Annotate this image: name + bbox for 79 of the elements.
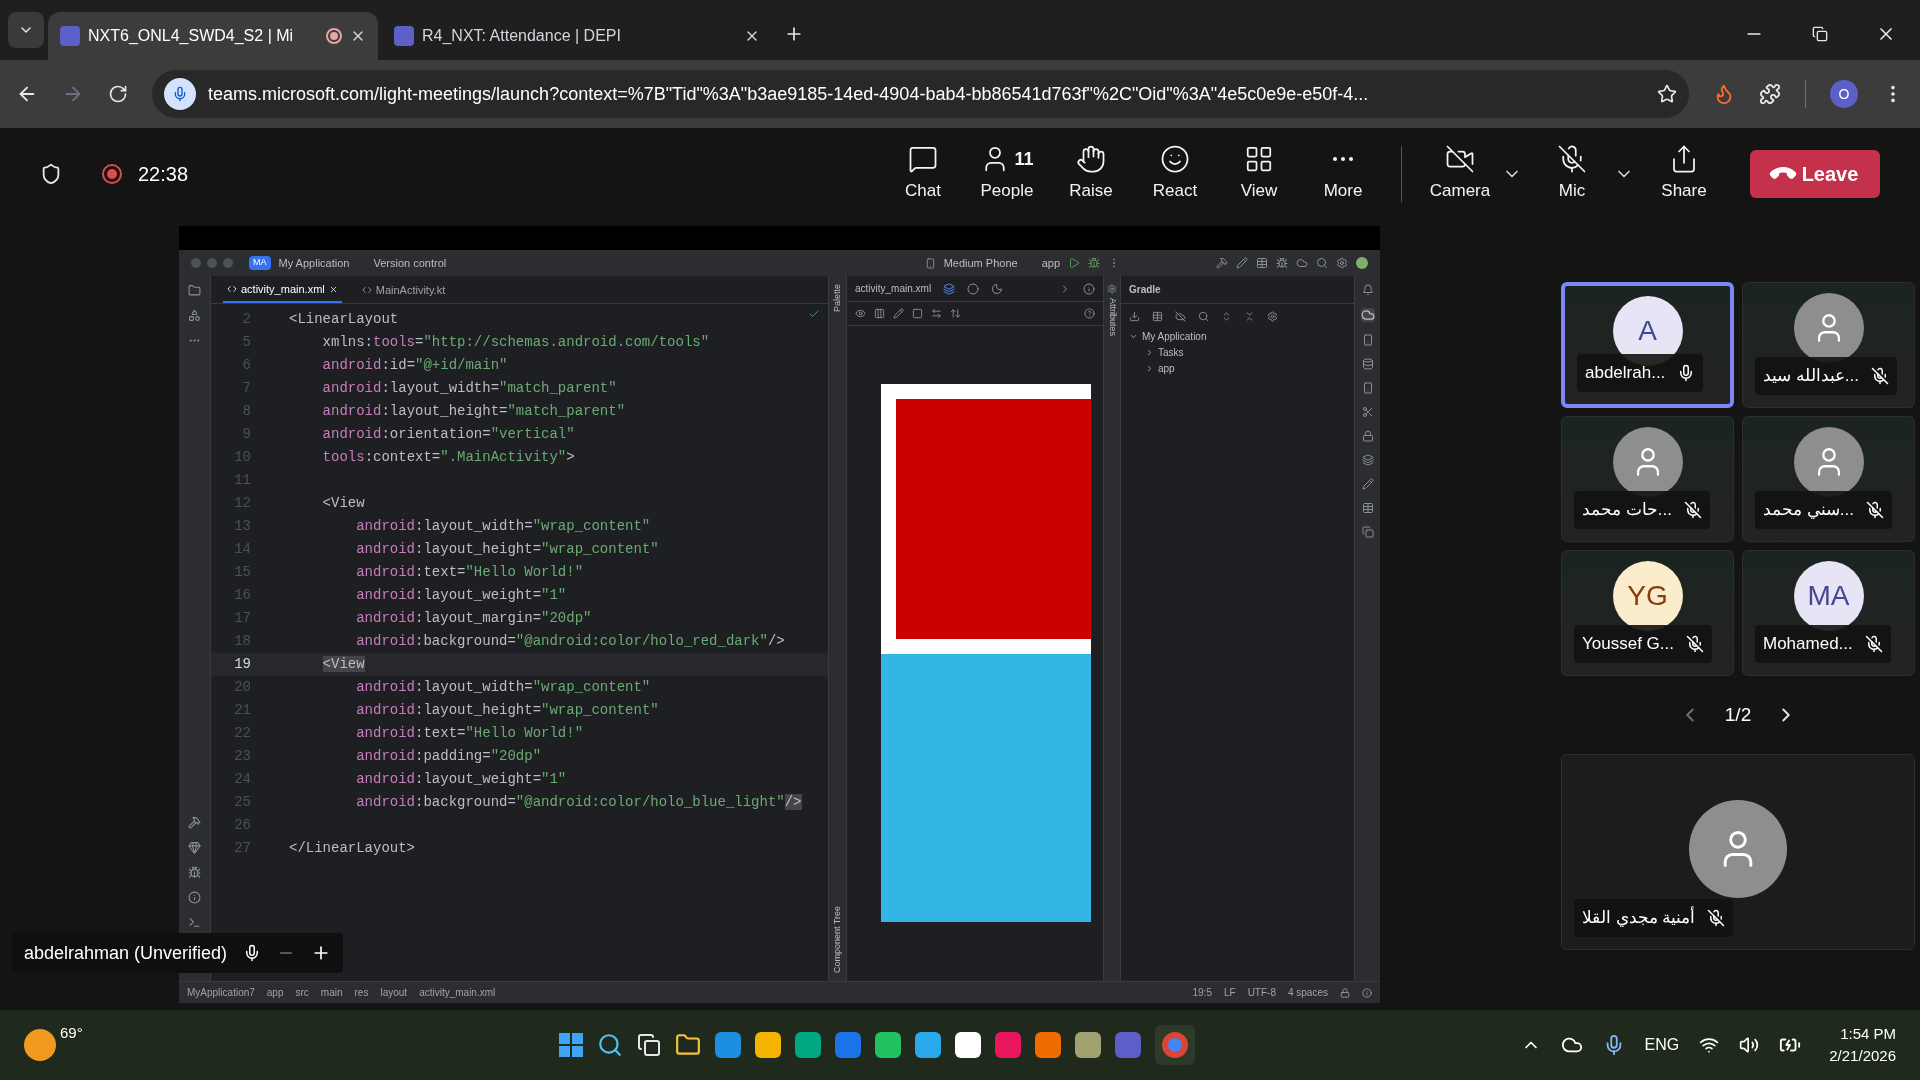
profile-avatar[interactable]: O bbox=[1830, 80, 1858, 108]
code-line: android:layout_weight="1" bbox=[355, 586, 567, 605]
meeting-timer: 22:38 bbox=[138, 162, 189, 187]
language-indicator[interactable]: ENG bbox=[1644, 1033, 1680, 1057]
project-menu[interactable]: My Application bbox=[278, 254, 350, 272]
breadcrumb[interactable]: src bbox=[295, 985, 309, 1000]
participant-name: سني محمد... bbox=[1763, 499, 1854, 522]
code-line: android:layout_weight="1" bbox=[355, 770, 567, 789]
tree-item[interactable]: Tasks bbox=[1145, 344, 1354, 360]
breadcrumb[interactable]: activity_main.xml bbox=[419, 985, 496, 1000]
component-tree-tab[interactable]: Component Tree bbox=[830, 905, 845, 973]
address-bar[interactable]: teams.microsoft.com/light-meetings/launch?context=%7B"Tid"%3A"b3ae9185-14ed-4904-bab4-bb86541d763f"%2C"Oid"%3A"4e5c0e9e-e50f-4... bbox=[152, 70, 1689, 118]
code-line: android:background="@android:color/holo_red_dark"/> bbox=[355, 632, 785, 651]
gradle-title: Gradle bbox=[1129, 283, 1161, 297]
palette-tab[interactable]: Palette bbox=[830, 284, 845, 313]
device-menu[interactable]: Medium Phone bbox=[943, 254, 1018, 272]
code-line: </LinearLayout> bbox=[289, 839, 416, 858]
code-line: android:layout_width="match_parent" bbox=[321, 379, 617, 398]
run-config-menu[interactable]: app bbox=[1041, 254, 1060, 272]
code-line: xmlns:tools="http://schemas.android.com/tools" bbox=[321, 333, 710, 352]
participant-name: Mohamed... bbox=[1763, 633, 1853, 656]
view-button[interactable]: View bbox=[1217, 136, 1301, 212]
leave-button[interactable]: Leave bbox=[1750, 150, 1880, 198]
code-line: android:layout_width="wrap_content" bbox=[355, 517, 651, 536]
code-line: android:layout_width="wrap_content" bbox=[355, 678, 651, 697]
attributes-tab[interactable]: Attributes bbox=[1105, 298, 1119, 337]
clock[interactable]: 1:54 PM 2/21/2026 bbox=[1829, 1023, 1896, 1067]
presenter-name: abdelrahman (Unverified) bbox=[24, 941, 228, 965]
browser-tab[interactable]: NXT6_ONL4_SWD4_S2 | Mi bbox=[48, 12, 378, 60]
code-line: android:text="Hello World!" bbox=[355, 724, 584, 743]
clock-date: 2/21/2026 bbox=[1829, 1046, 1896, 1066]
raise-button[interactable]: Raise bbox=[1049, 136, 1133, 212]
code-line: <LinearLayout bbox=[289, 310, 399, 329]
breadcrumb[interactable]: app bbox=[266, 985, 284, 1000]
more-button[interactable]: More bbox=[1301, 136, 1385, 212]
tab-title: R4_NXT: Attendance | DEPI bbox=[422, 26, 621, 46]
status-item[interactable]: LF bbox=[1223, 985, 1236, 1000]
breadcrumb[interactable]: MyApplication7 bbox=[187, 985, 255, 1000]
share-button[interactable]: Share bbox=[1642, 136, 1726, 212]
status-item[interactable]: 4 spaces bbox=[1287, 985, 1328, 1000]
code-line: tools:context=".MainActivity"> bbox=[321, 448, 575, 467]
editor-tab[interactable]: activity_main.xml bbox=[223, 277, 342, 303]
participant-name: Youssef G... bbox=[1582, 633, 1674, 656]
code-line: android:text="Hello World!" bbox=[355, 563, 584, 582]
url-text: teams.microsoft.com/light-meetings/launch?context=%7B"Tid"%3A"b3ae9185-14ed-4904-bab4-bb86541d763f"%2C"Oid"%3A"4e5c0e9e-e50f-4... bbox=[208, 82, 1369, 106]
participant-name: عبدالله سيد... bbox=[1763, 365, 1859, 388]
breadcrumb[interactable]: layout bbox=[380, 985, 408, 1000]
chat-button[interactable]: Chat bbox=[881, 136, 965, 212]
code-line: android:padding="20dp" bbox=[355, 747, 542, 766]
code-line: <View bbox=[321, 494, 365, 513]
code-line: android:id="@+id/main" bbox=[321, 356, 508, 375]
react-button[interactable]: React bbox=[1133, 136, 1217, 212]
code-line: android:layout_height="wrap_content" bbox=[355, 701, 659, 720]
breadcrumb[interactable]: res bbox=[354, 985, 369, 1000]
browser-tab[interactable]: R4_NXT: Attendance | DEPI bbox=[382, 12, 772, 60]
code-line: android:background="@android:color/holo_blue_light"/> bbox=[355, 793, 802, 812]
code-line: android:layout_margin="20dp" bbox=[355, 609, 592, 628]
vcs-menu[interactable]: Version control bbox=[373, 254, 447, 272]
code-line: android:layout_height="wrap_content" bbox=[355, 540, 659, 559]
people-button[interactable]: 11 People bbox=[965, 136, 1049, 212]
participant-name: حات محمد... bbox=[1582, 499, 1672, 522]
status-item[interactable]: UTF-8 bbox=[1247, 985, 1276, 1000]
tab-title: NXT6_ONL4_SWD4_S2 | Mi bbox=[88, 26, 294, 46]
participant-name: أمنية مجدي القلا bbox=[1582, 905, 1696, 930]
camera-button[interactable]: Camera bbox=[1418, 136, 1502, 212]
tree-item[interactable]: app bbox=[1145, 360, 1354, 376]
page-indicator: 1/2 bbox=[1724, 702, 1752, 727]
weather-temperature: 69° bbox=[60, 1022, 83, 1043]
code-line: android:layout_height="match_parent" bbox=[321, 402, 626, 421]
project-badge: MA bbox=[249, 256, 271, 270]
status-item[interactable]: 19:5 bbox=[1192, 985, 1212, 1000]
line-number: 19 bbox=[233, 655, 252, 674]
layout-file-menu[interactable]: activity_main.xml bbox=[855, 281, 932, 296]
editor-tab[interactable]: MainActivity.kt bbox=[357, 277, 450, 303]
mic-button[interactable]: Mic bbox=[1530, 136, 1614, 212]
breadcrumb[interactable]: main bbox=[320, 985, 343, 1000]
tree-item[interactable]: My Application bbox=[1129, 328, 1354, 344]
code-line: android:orientation="vertical" bbox=[321, 425, 575, 444]
clock-time: 1:54 PM bbox=[1840, 1024, 1896, 1044]
